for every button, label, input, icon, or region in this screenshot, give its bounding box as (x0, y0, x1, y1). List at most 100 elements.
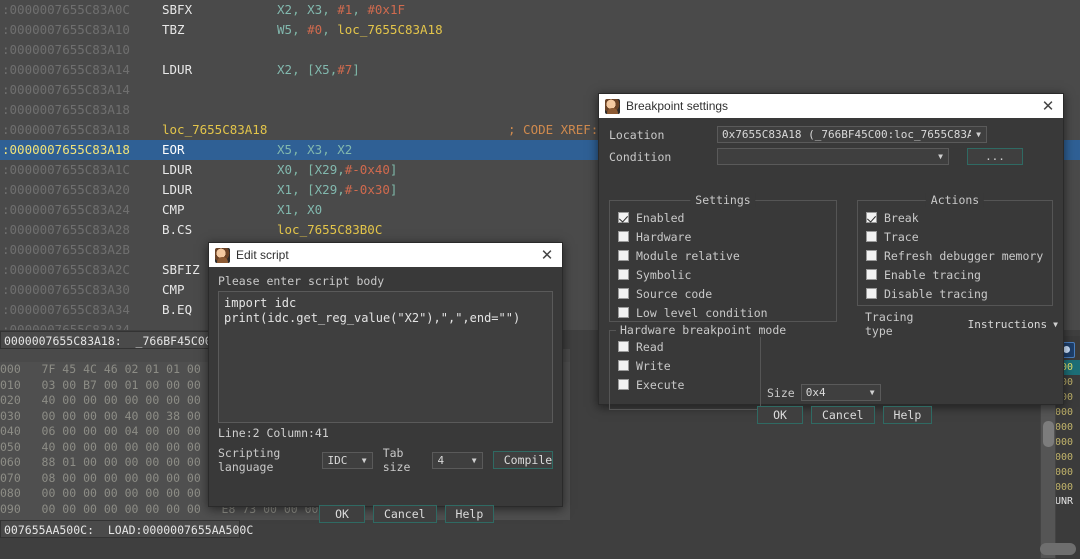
disasm-address: :0000007655C83A10 (0, 20, 162, 40)
checkbox-icon[interactable] (618, 360, 629, 371)
checkbox-icon[interactable] (618, 379, 629, 390)
tracing-type-row: Tracing type Instructions ▼ (865, 310, 1063, 338)
disasm-operands: X0, [X29,#-0x40] (277, 162, 397, 177)
checkbox-icon[interactable] (618, 231, 629, 242)
checkbox-label: Write (636, 359, 671, 373)
checkbox-icon[interactable] (866, 231, 877, 242)
edit-script-dialog[interactable]: Edit script ✕ Please enter script body i… (208, 242, 563, 507)
chevron-down-icon[interactable]: ▼ (467, 456, 482, 465)
edit-script-titlebar[interactable]: Edit script ✕ (209, 243, 562, 267)
hwmode-read[interactable]: Read (610, 337, 760, 356)
breakpoint-settings-dialog[interactable]: Breakpoint settings ✕ Location 0x7655C83… (598, 93, 1064, 405)
disasm-line[interactable]: :0000007655C83A0CSBFXX2, X3, #1, #0x1F (0, 0, 1080, 20)
disasm-operands: X5, X3, X2 (277, 142, 352, 157)
disasm-operands: loc_7655C83B0C (277, 222, 382, 237)
disasm-line[interactable]: :0000007655C83A10TBZW5, #0, loc_7655C83A… (0, 20, 1080, 40)
checkbox-icon[interactable] (866, 288, 877, 299)
status-address-strip[interactable]: 007655AA500C: LOAD:0000007655AA500C (0, 520, 240, 538)
disasm-operands: X1, X0 (277, 202, 322, 217)
hwmode-write[interactable]: Write (610, 356, 760, 375)
action-enable-tracing[interactable]: Enable tracing (858, 265, 1052, 284)
right-panel-row[interactable]: 000 (1054, 480, 1080, 495)
checkbox-icon[interactable] (618, 212, 629, 223)
right-panel-row[interactable]: 000 (1054, 435, 1080, 450)
checkbox-icon[interactable] (618, 250, 629, 261)
disasm-operands: X2, [X5,#7] (277, 62, 360, 77)
ok-button[interactable]: OK (319, 505, 365, 523)
action-refresh-debugger-memory[interactable]: Refresh debugger memory (858, 246, 1052, 265)
tab-size-combobox[interactable]: 4 ▼ (432, 452, 482, 469)
action-disable-tracing[interactable]: Disable tracing (858, 284, 1052, 303)
settings-group: Settings EnabledHardwareModule relativeS… (609, 200, 837, 322)
tracing-type-value: Instructions (968, 318, 1048, 331)
setting-module-relative[interactable]: Module relative (610, 246, 836, 265)
checkbox-icon[interactable] (618, 341, 629, 352)
disasm-line[interactable]: :0000007655C83A10 (0, 40, 1080, 60)
script-editor-textarea[interactable]: import idc print(idc.get_reg_value("X2")… (218, 291, 553, 423)
right-panel-row[interactable]: 000 (1054, 450, 1080, 465)
setting-low-level-condition[interactable]: Low level condition (610, 303, 836, 322)
action-trace[interactable]: Trace (858, 227, 1052, 246)
chevron-down-icon[interactable]: ▼ (357, 456, 372, 465)
right-panel-row[interactable]: 000 (1054, 420, 1080, 435)
tracing-type-label: Tracing type (865, 310, 948, 338)
tracing-type-combobox[interactable]: Instructions ▼ (964, 316, 1063, 332)
chevron-down-icon[interactable]: ▼ (933, 152, 948, 161)
checkbox-icon[interactable] (866, 212, 877, 223)
hardware-breakpoint-mode-group: Hardware breakpoint mode ReadWriteExecut… (609, 330, 761, 410)
disasm-label[interactable]: loc_7655C83A18 (162, 122, 267, 137)
checkbox-label: Enabled (636, 211, 684, 225)
size-combobox[interactable]: 0x4 ▼ (801, 384, 881, 401)
chevron-down-icon[interactable]: ▼ (1048, 320, 1063, 329)
ok-button[interactable]: OK (757, 406, 803, 424)
disasm-address: :0000007655C83A34 (0, 320, 162, 330)
setting-symbolic[interactable]: Symbolic (610, 265, 836, 284)
disasm-address: :0000007655C83A14 (0, 60, 162, 80)
checkbox-label: Low level condition (636, 306, 768, 320)
setting-enabled[interactable]: Enabled (610, 208, 836, 227)
ida-app-icon (215, 248, 230, 263)
condition-browse-button[interactable]: ... (967, 148, 1023, 165)
checkbox-icon[interactable] (618, 307, 629, 318)
cursor-position-status: Line:2 Column:41 (218, 426, 553, 440)
tab-size-value: 4 (437, 454, 466, 467)
scripting-language-combobox[interactable]: IDC ▼ (322, 452, 372, 469)
cancel-button[interactable]: Cancel (811, 406, 875, 424)
checkbox-label: Refresh debugger memory (884, 249, 1043, 263)
hwmode-execute[interactable]: Execute (610, 375, 760, 394)
condition-combobox[interactable]: ▼ (717, 148, 949, 165)
right-panel-row[interactable]: 000 (1054, 465, 1080, 480)
checkbox-icon[interactable] (618, 288, 629, 299)
checkbox-icon[interactable] (866, 269, 877, 280)
help-button[interactable]: Help (445, 505, 495, 523)
scrollbar-thumb[interactable] (1043, 421, 1054, 447)
disasm-line[interactable]: :0000007655C83A14LDURX2, [X5,#7] (0, 60, 1080, 80)
chevron-down-icon[interactable]: ▼ (865, 388, 880, 397)
checkbox-icon[interactable] (866, 250, 877, 261)
disasm-address: :0000007655C83A18 (0, 120, 162, 140)
location-combobox[interactable]: 0x7655C83A18 (_766BF45C00:loc_7655C83A18… (717, 126, 987, 143)
size-value: 0x4 (806, 386, 865, 399)
help-button[interactable]: Help (883, 406, 933, 424)
edit-script-buttons: OK Cancel Help (319, 505, 494, 523)
disasm-address: :0000007655C83A2C (0, 260, 162, 280)
action-break[interactable]: Break (858, 208, 1052, 227)
cancel-button[interactable]: Cancel (373, 505, 437, 523)
disasm-operands: W5, #0, loc_7655C83A18 (277, 22, 443, 37)
breakpoint-dialog-titlebar[interactable]: Breakpoint settings ✕ (599, 94, 1063, 118)
setting-source-code[interactable]: Source code (610, 284, 836, 303)
checkbox-icon[interactable] (618, 269, 629, 280)
horizontal-scrollbar[interactable] (1040, 543, 1076, 555)
compile-button[interactable]: Compile (493, 451, 553, 469)
close-icon[interactable]: ✕ (1037, 96, 1059, 116)
disasm-mnemonic: LDUR (162, 160, 277, 180)
disasm-address: :0000007655C83A28 (0, 220, 162, 240)
disasm-mnemonic: LDUR (162, 180, 277, 200)
chevron-down-icon[interactable]: ▼ (971, 130, 986, 139)
setting-hardware[interactable]: Hardware (610, 227, 836, 246)
disasm-mnemonic: EOR (162, 140, 277, 160)
close-icon[interactable]: ✕ (536, 245, 558, 265)
disasm-mnemonic: LDUR (162, 60, 277, 80)
right-panel-row[interactable]: 000 (1054, 405, 1080, 420)
hardware-mode-group-title: Hardware breakpoint mode (616, 323, 790, 337)
